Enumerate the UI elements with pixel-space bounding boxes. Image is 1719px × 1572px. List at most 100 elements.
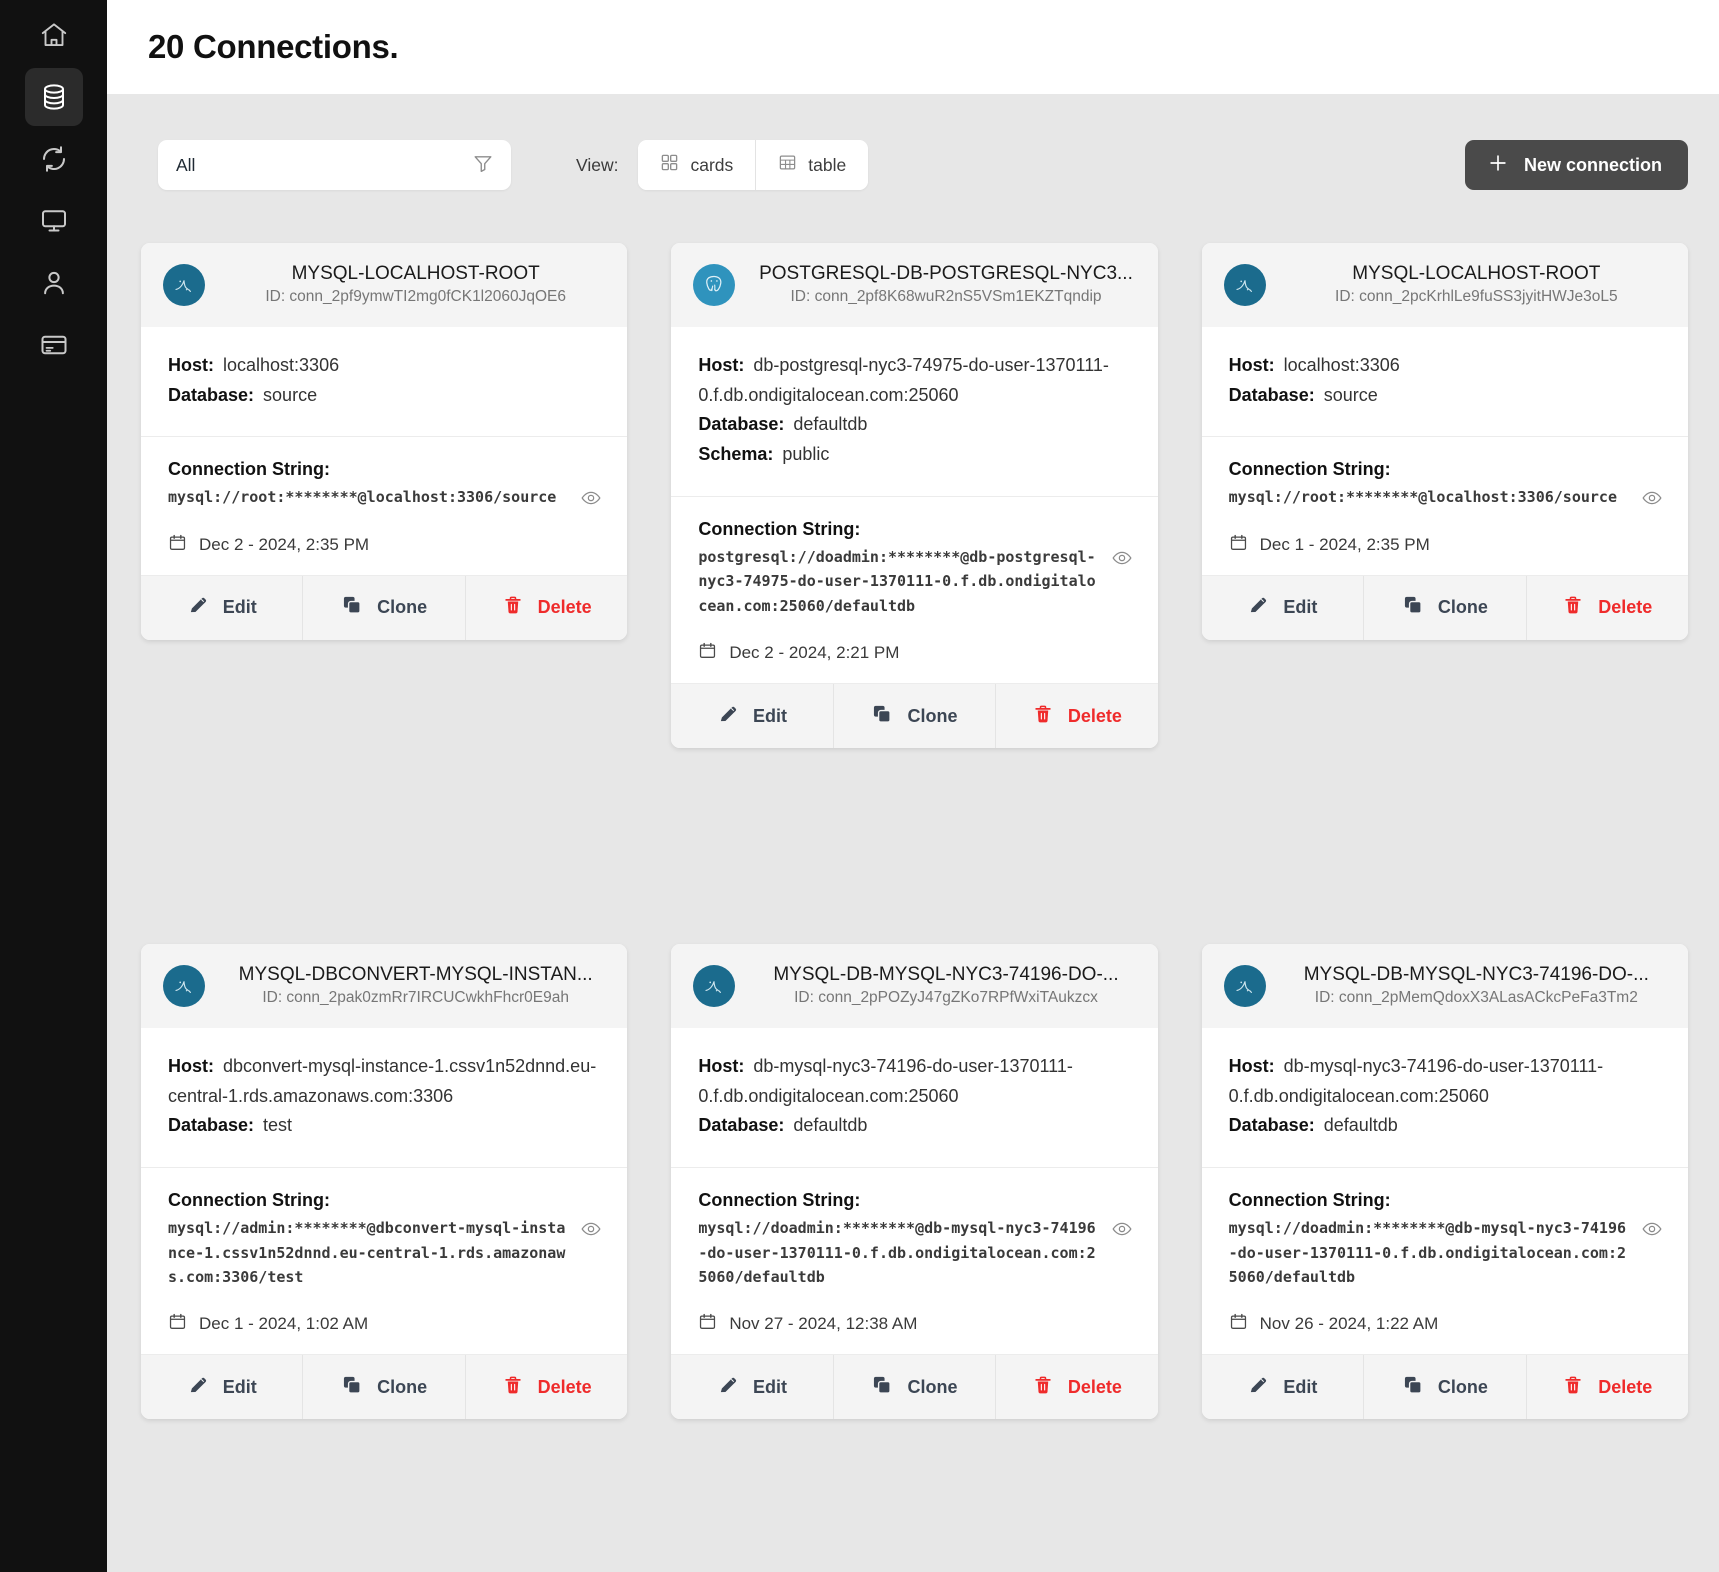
edit-button[interactable]: Edit <box>671 1355 833 1420</box>
connections-grid: MYSQL-LOCALHOST-ROOT ID: conn_2pf9ymwTI2m… <box>131 243 1688 1420</box>
toggle-password-visibility-button[interactable] <box>1111 1218 1133 1243</box>
view-label: View: <box>576 154 619 175</box>
view-option-cards[interactable]: cards <box>638 140 756 190</box>
trash-icon <box>1562 594 1584 621</box>
database-row: Database: defaultdb <box>698 1111 1132 1141</box>
mysql-logo-icon <box>1223 263 1266 306</box>
connection-card: MYSQL-LOCALHOST-ROOT ID: conn_2pcKrhlLe9f… <box>1201 243 1688 640</box>
toggle-password-visibility-button[interactable] <box>580 487 602 512</box>
card-id: ID: conn_2pMemQdoxX3ALasACkcPeFa3Tm2 <box>1314 988 1638 1006</box>
database-value: test <box>263 1115 293 1136</box>
mysql-logo-icon <box>163 263 205 306</box>
delete-button[interactable]: Delete <box>995 1355 1158 1420</box>
pencil-icon <box>1247 1374 1269 1401</box>
toggle-password-visibility-button[interactable] <box>1641 487 1663 512</box>
card-title: MYSQL-LOCALHOST-ROOT <box>291 263 540 284</box>
sidebar-item-billing[interactable] <box>25 316 83 374</box>
pencil-icon <box>1247 594 1269 621</box>
edit-button[interactable]: Edit <box>1201 575 1364 640</box>
card-actions: Edit Clone Delete <box>671 1355 1158 1420</box>
delete-label: Delete <box>537 597 592 618</box>
app-root: 20 Connections. All View: cards table Ne… <box>0 0 1719 1572</box>
card-body: Host: db-mysql-nyc3-74196-do-user-1370111… <box>1201 1028 1688 1169</box>
eye-icon <box>580 1223 602 1243</box>
card-actions: Edit Clone Delete <box>671 684 1158 749</box>
connection-string-value: mysql://root:********@localhost:3306/sou… <box>168 488 557 507</box>
database-label: Database: <box>698 1115 785 1136</box>
host-value: db-mysql-nyc3-74196-do-user-1370111-0.f.… <box>1228 1055 1604 1106</box>
sidebar-item-connections[interactable] <box>24 68 83 126</box>
database-label: Database: <box>168 1115 255 1136</box>
eye-icon <box>1641 1223 1663 1243</box>
copy-icon <box>1402 594 1424 621</box>
card-body: Host: dbconvert-mysql-instance-1.cssv1n52… <box>141 1028 628 1169</box>
delete-button[interactable]: Delete <box>464 1355 628 1420</box>
connection-card: MYSQL-LOCALHOST-ROOT ID: conn_2pf9ymwTI2m… <box>141 243 628 640</box>
edit-label: Edit <box>1283 1376 1318 1397</box>
connection-card: MYSQL-DB-MYSQL-NYC3-74196-DO-... ID: conn… <box>1201 944 1688 1420</box>
clone-button[interactable]: Clone <box>302 575 465 640</box>
host-value: db-postgresql-nyc3-74975-do-user-1370111… <box>698 354 1109 405</box>
card-date-value: Dec 1 - 2024, 1:02 AM <box>199 1314 369 1334</box>
toggle-password-visibility-button[interactable] <box>1641 1218 1663 1243</box>
host-label: Host: <box>1228 1055 1275 1076</box>
connection-string-section: Connection String: postgresql://doadmin:*… <box>671 497 1158 685</box>
edit-button[interactable]: Edit <box>1201 1355 1364 1420</box>
copy-icon <box>1402 1374 1424 1401</box>
host-row: Host: localhost:3306 <box>168 351 602 381</box>
connection-card: MYSQL-DBCONVERT-MYSQL-INSTAN... ID: conn_… <box>141 944 628 1420</box>
new-connection-button[interactable]: New connection <box>1464 140 1688 190</box>
sidebar-item-streams[interactable] <box>25 130 83 188</box>
view-option-table[interactable]: table <box>755 140 869 190</box>
connection-string-label: Connection String: <box>168 459 330 480</box>
host-row: Host: localhost:3306 <box>1229 351 1663 381</box>
plus-icon <box>1487 152 1509 179</box>
copy-icon <box>341 1374 363 1401</box>
host-value: db-mysql-nyc3-74196-do-user-1370111-0.f.… <box>698 1055 1073 1106</box>
delete-button[interactable]: Delete <box>1525 1355 1688 1420</box>
clone-button[interactable]: Clone <box>302 1355 465 1420</box>
card-body: Host: db-mysql-nyc3-74196-do-user-1370111… <box>671 1028 1158 1169</box>
sidebar-item-account[interactable] <box>25 254 83 312</box>
view-toggle: cards table <box>638 140 869 190</box>
delete-label: Delete <box>1067 705 1122 726</box>
filter-icon <box>472 152 494 179</box>
delete-button[interactable]: Delete <box>995 684 1158 749</box>
table-icon <box>778 153 797 177</box>
card-date: Dec 1 - 2024, 1:02 AM <box>168 1312 570 1336</box>
sidebar-item-monitor[interactable] <box>25 192 83 250</box>
card-title: POSTGRESQL-DB-POSTGRESQL-NYC3... <box>759 263 1133 284</box>
card-date: Nov 27 - 2024, 12:38 AM <box>698 1312 1100 1336</box>
main-area: 20 Connections. All View: cards table Ne… <box>107 0 1719 1572</box>
database-icon <box>39 82 69 112</box>
clone-button[interactable]: Clone <box>1363 575 1526 640</box>
database-value: defaultdb <box>1323 1115 1398 1136</box>
edit-button[interactable]: Edit <box>141 1355 303 1420</box>
edit-button[interactable]: Edit <box>141 575 303 640</box>
sidebar-item-home[interactable] <box>25 6 83 64</box>
delete-button[interactable]: Delete <box>464 575 628 640</box>
clone-button[interactable]: Clone <box>832 684 996 749</box>
grid-icon <box>660 153 679 177</box>
delete-button[interactable]: Delete <box>1525 575 1688 640</box>
filter-select[interactable]: All <box>158 140 511 190</box>
card-id: ID: conn_2pPOZyJ47gZKo7RPfWxiTAukzcx <box>794 988 1098 1006</box>
monitor-icon <box>39 206 69 236</box>
clone-button[interactable]: Clone <box>832 1355 996 1420</box>
calendar-icon <box>698 1312 717 1336</box>
delete-label: Delete <box>537 1376 592 1397</box>
sync-icon <box>39 144 69 174</box>
toggle-password-visibility-button[interactable] <box>580 1218 602 1243</box>
card-header: MYSQL-LOCALHOST-ROOT ID: conn_2pcKrhlLe9f… <box>1201 243 1688 327</box>
view-option-cards-label: cards <box>690 154 734 175</box>
card-date: Nov 26 - 2024, 1:22 AM <box>1229 1312 1631 1336</box>
card-header: MYSQL-DBCONVERT-MYSQL-INSTAN... ID: conn_… <box>141 944 628 1028</box>
toggle-password-visibility-button[interactable] <box>1111 547 1133 572</box>
card-actions: Edit Clone Delete <box>141 575 628 640</box>
card-actions: Edit Clone Delete <box>141 1355 628 1420</box>
home-icon <box>39 20 69 50</box>
card-date: Dec 2 - 2024, 2:21 PM <box>698 641 1100 665</box>
user-icon <box>39 268 69 298</box>
clone-button[interactable]: Clone <box>1363 1355 1526 1420</box>
edit-button[interactable]: Edit <box>671 684 833 749</box>
